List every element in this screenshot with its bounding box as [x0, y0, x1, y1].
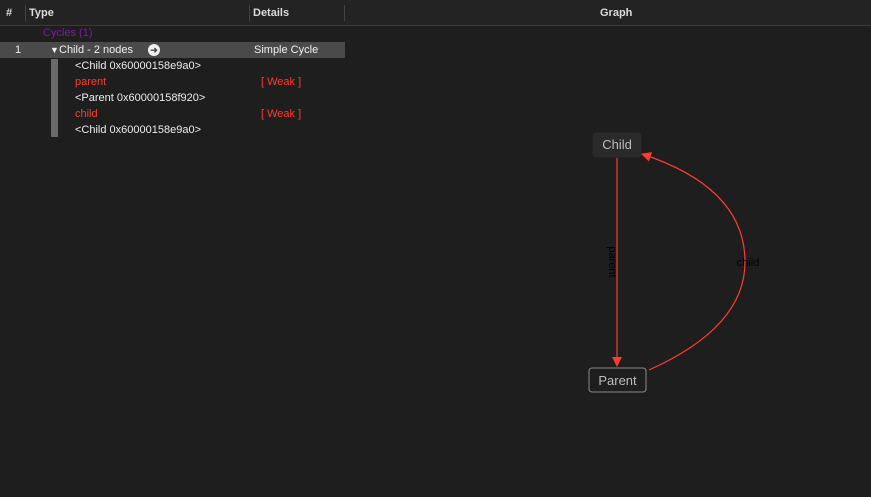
cycles-group-title: Cycles (1): [43, 27, 93, 39]
chain-object-child-end[interactable]: <Child 0x60000158e9a0>: [75, 122, 201, 138]
column-divider[interactable]: [344, 5, 345, 21]
graph-node-child[interactable]: Child: [592, 132, 642, 158]
chain-indent-bar: [51, 59, 58, 137]
node-label-child: Child: [602, 137, 632, 152]
cycle-label: Child - 2 nodes: [59, 44, 133, 56]
chain-reference-parent[interactable]: parent: [75, 74, 106, 90]
node-label-parent: Parent: [598, 373, 637, 388]
column-divider[interactable]: [249, 5, 250, 21]
disclosure-triangle-icon[interactable]: ▼: [50, 43, 59, 58]
cycle-graph: parent child Child Parent: [588, 132, 760, 393]
chain-object-child[interactable]: <Child 0x60000158e9a0>: [75, 58, 201, 74]
chain-object-parent[interactable]: <Parent 0x60000158f920>: [75, 90, 205, 106]
cycle-details: Simple Cycle: [254, 44, 319, 56]
edge-child[interactable]: [641, 152, 746, 371]
cycle-row[interactable]: 1 ▼ Child - 2 nodes ➜ Simple Cycle: [0, 42, 345, 58]
table-header: # Type Details Graph: [0, 0, 871, 26]
graph-node-parent[interactable]: Parent: [588, 367, 647, 393]
cycle-index: 1: [15, 44, 22, 56]
reference-detail-weak: [ Weak ]: [261, 76, 302, 88]
edge-label-parent: parent: [606, 246, 618, 277]
column-header-graph: Graph: [600, 7, 633, 19]
reference-detail-weak: [ Weak ]: [261, 108, 302, 120]
column-header-index[interactable]: #: [6, 0, 12, 25]
chain-reference-child[interactable]: child: [75, 106, 98, 122]
edge-label-child: child: [737, 257, 760, 269]
go-to-arrow-icon[interactable]: ➜: [148, 44, 160, 56]
column-header-details[interactable]: Details: [253, 0, 289, 25]
column-divider[interactable]: [25, 5, 26, 21]
column-header-type[interactable]: Type: [29, 0, 54, 25]
